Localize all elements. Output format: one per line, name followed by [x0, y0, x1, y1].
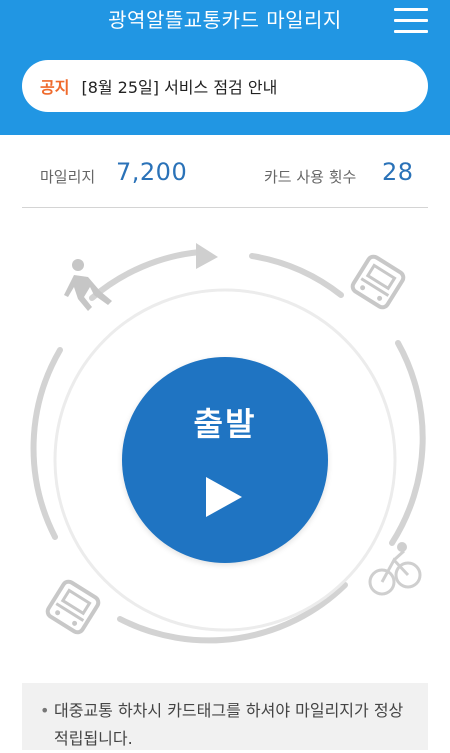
play-icon	[206, 477, 242, 517]
bus-icon	[350, 254, 406, 310]
bus-icon	[45, 579, 101, 635]
ring-segment	[389, 340, 426, 546]
ring-segment	[249, 253, 344, 298]
info-text: 대중교통 하차시 카드태그를 하셔야 마일리지가 정상 적립됩니다.	[54, 701, 404, 748]
notice-label: 공지	[40, 78, 70, 97]
start-button-label: 출발	[193, 405, 257, 443]
usage-count-value: 28	[382, 158, 414, 186]
start-button[interactable]: 출발	[122, 357, 328, 563]
bicycle-icon	[368, 542, 422, 596]
stats-row: 마일리지 7,200 카드 사용 횟수 28	[22, 150, 428, 208]
notice-bar[interactable]: 공지 [8월 25일] 서비스 점검 안내	[22, 60, 428, 112]
usage-count-label: 카드 사용 횟수	[264, 168, 357, 186]
info-bullet: •	[40, 701, 50, 720]
notice-text: [8월 25일] 서비스 점검 안내	[81, 78, 278, 97]
app-header: 광역알뜰교통카드 마일리지 공지 [8월 25일] 서비스 점검 안내	[0, 0, 450, 135]
info-notice-box: • 대중교통 하차시 카드태그를 하셔야 마일리지가 정상 적립됩니다.	[22, 683, 428, 750]
mileage-value: 7,200	[116, 158, 188, 186]
hamburger-menu-icon[interactable]	[394, 8, 428, 34]
journey-dial: 출발	[0, 225, 450, 675]
app-title: 광역알뜰교통카드 마일리지	[108, 8, 342, 32]
ring-arrow-icon	[196, 243, 218, 269]
ring-segment	[89, 249, 203, 301]
mileage-label: 마일리지	[40, 168, 96, 186]
